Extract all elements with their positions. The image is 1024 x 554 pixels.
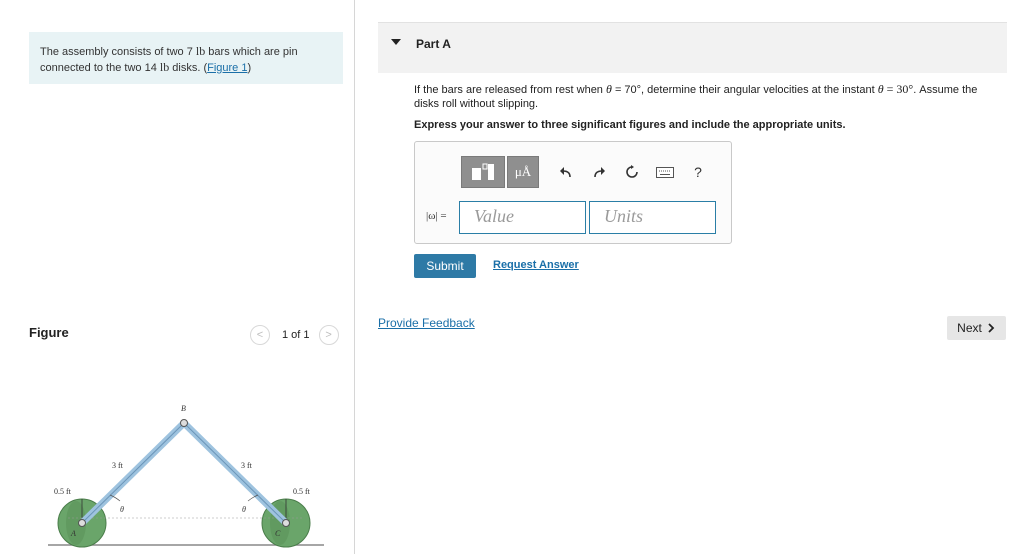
answer-box: μÅ ? |ω| = Value Units (414, 141, 732, 244)
pin-c (282, 519, 290, 527)
value-input[interactable]: Value (459, 201, 586, 234)
theta-right-label: θ (242, 505, 246, 514)
help-icon[interactable]: ? (683, 160, 713, 184)
pager-count: 1 of 1 (282, 329, 310, 341)
question-text: If the bars are released from rest when … (414, 82, 1004, 111)
pin-b (180, 419, 188, 427)
request-answer-link[interactable]: Request Answer (493, 259, 579, 271)
units-input[interactable]: Units (589, 201, 716, 234)
question-part-2: = 70°, determine their angular velocitie… (611, 84, 878, 96)
problem-statement: The assembly consists of two 7 lb bars w… (29, 32, 343, 84)
bar-right-edge (183, 422, 287, 524)
keyboard-icon[interactable] (650, 160, 680, 184)
question-part-1: If the bars are released from rest when (414, 84, 606, 96)
part-title: Part A (416, 37, 451, 51)
intro-unit-2: lb (159, 60, 170, 74)
pager-prev-button[interactable]: < (250, 325, 270, 345)
intro-text-1: The assembly consists of two 7 (40, 46, 196, 58)
figure-link[interactable]: Figure 1 (207, 62, 247, 74)
pager-next-button[interactable]: > (318, 325, 339, 345)
answer-instruction: Express your answer to three significant… (414, 119, 846, 131)
panel-divider (354, 0, 355, 554)
mu-angstrom-label: μÅ (514, 164, 532, 179)
units-symbol-button[interactable]: μÅ (507, 156, 539, 188)
question-part-3: = 30° (883, 82, 914, 96)
chevron-right-icon (988, 323, 995, 333)
radius-left-label: 0.5 ft (54, 487, 72, 496)
reset-icon[interactable] (617, 160, 647, 184)
problem-panel: The assembly consists of two 7 lb bars w… (0, 0, 354, 554)
omega-label: |ω| = (426, 210, 447, 222)
theta-left-label: θ (120, 505, 124, 514)
provide-feedback-link[interactable]: Provide Feedback (378, 316, 475, 330)
math-toolbar: μÅ ? (461, 156, 713, 188)
figure-pager: < 1 of 1 > (250, 325, 339, 345)
redo-icon[interactable] (584, 160, 614, 184)
template-button[interactable] (461, 156, 505, 188)
collapse-caret-icon[interactable] (391, 39, 401, 45)
bar-left-length: 3 ft (112, 461, 124, 470)
label-c: C (275, 529, 281, 538)
next-button[interactable]: Next (947, 316, 1006, 340)
part-a-header[interactable]: Part A (378, 23, 1007, 73)
radius-right-label: 0.5 ft (293, 487, 311, 496)
bar-left-edge (81, 422, 185, 524)
bar-right-length: 3 ft (241, 461, 253, 470)
intro-text-4: ) (247, 62, 252, 74)
template-icon (472, 163, 494, 180)
next-label: Next (957, 321, 982, 335)
submit-button[interactable]: Submit (414, 254, 476, 278)
label-a: A (70, 529, 76, 538)
mechanism-figure: B A C 3 ft 3 ft 0.5 ft 0.5 ft θ θ (48, 404, 324, 548)
pin-a (78, 519, 86, 527)
undo-icon[interactable] (551, 160, 581, 184)
intro-text-3: disks. ( (169, 62, 208, 74)
label-b: B (181, 404, 186, 413)
figure-title: Figure (29, 325, 69, 340)
intro-unit-1: lb (195, 44, 206, 58)
